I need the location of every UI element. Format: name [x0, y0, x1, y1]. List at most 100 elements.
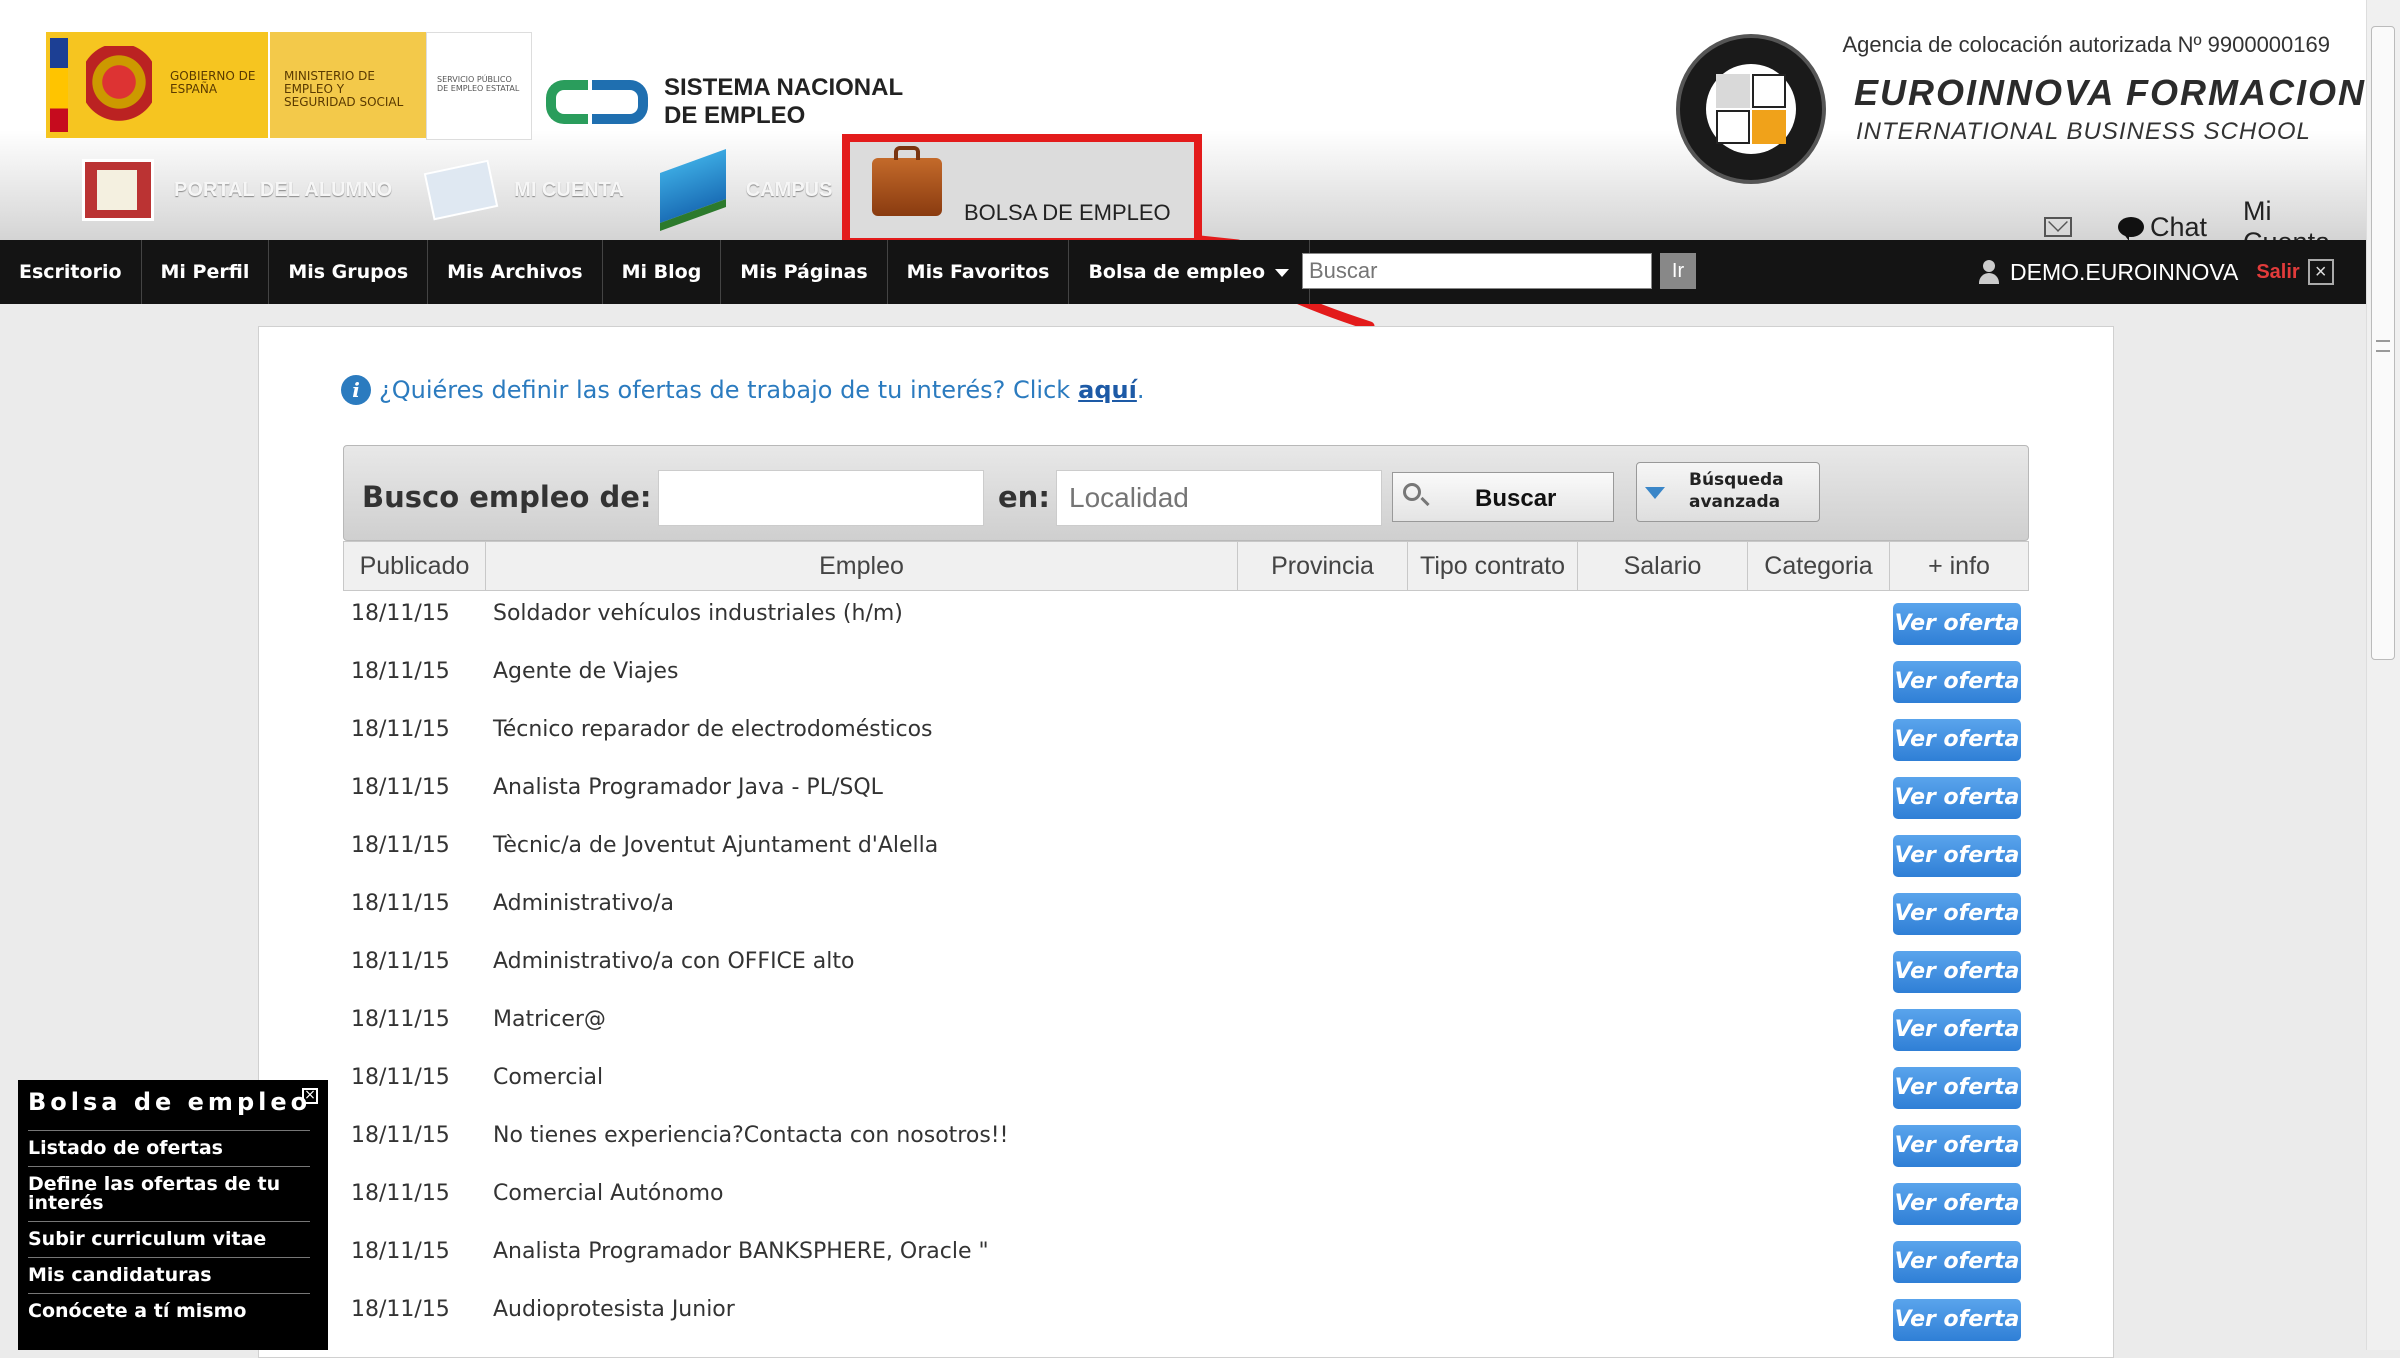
ver-oferta-button[interactable]: Ver oferta — [1893, 661, 2021, 703]
offer-date: 18/11/15 — [351, 659, 450, 684]
offer-title[interactable]: Analista Programador Java - PL/SQL — [493, 775, 883, 800]
table-row: 18/11/15 Soldador vehículos industriales … — [343, 595, 2029, 653]
nav-portal-del-alumno[interactable]: PORTAL DEL ALUMNO — [82, 159, 392, 221]
table-row: 18/11/15 Agente de Viajes Ver oferta — [343, 653, 2029, 711]
col-salario[interactable]: Salario — [1578, 542, 1748, 590]
chat-link[interactable]: Chat — [2117, 212, 2207, 243]
nav-campus[interactable]: CAMPUS — [659, 148, 833, 232]
en-label: en: — [998, 480, 1050, 514]
username[interactable]: DEMO.EUROINNOVA — [2010, 259, 2238, 286]
offer-title[interactable]: Analista Programador BANKSPHERE, Oracle … — [493, 1239, 989, 1264]
nav-mi-cuenta-label: MI CUENTA — [514, 178, 624, 201]
advanced-line2: avanzada — [1689, 492, 1781, 512]
ministerio-logo: MINISTERIO DE EMPLEO Y SEGURIDAD SOCIAL — [268, 32, 426, 138]
gobierno-espana-text: GOBIERNO DE ESPAÑA — [170, 69, 256, 96]
offer-date: 18/11/15 — [351, 891, 450, 916]
nav-campus-label: CAMPUS — [745, 178, 833, 201]
nav-portal-label: PORTAL DEL ALUMNO — [174, 178, 393, 201]
ver-oferta-button[interactable]: Ver oferta — [1893, 1183, 2021, 1225]
offer-title[interactable]: Administrativo/a — [493, 891, 674, 916]
ver-oferta-button[interactable]: Ver oferta — [1893, 1009, 2021, 1051]
search-icon — [1403, 483, 1421, 501]
caret-down-icon — [1275, 268, 1290, 277]
offer-date: 18/11/15 — [351, 949, 450, 974]
page-scrollbar[interactable] — [2366, 0, 2400, 1350]
table-row: 18/11/15 Tècnic/a de Joventut Ajuntament … — [343, 827, 2029, 885]
offer-title[interactable]: No tienes experiencia?Contacta con nosot… — [493, 1123, 1008, 1148]
offer-title[interactable]: Soldador vehículos industriales (h/m) — [493, 601, 903, 626]
eu-flag-icon — [50, 38, 68, 68]
user-icon — [1978, 260, 2000, 284]
buscar-button[interactable]: Buscar — [1392, 472, 1614, 522]
ver-oferta-button[interactable]: Ver oferta — [1893, 603, 2021, 645]
ver-oferta-button[interactable]: Ver oferta — [1893, 1299, 2021, 1341]
advanced-line1: Búsqueda — [1689, 470, 1784, 490]
offer-title[interactable]: Comercial Autónomo — [493, 1181, 724, 1206]
close-icon[interactable]: × — [302, 1088, 318, 1104]
table-row: 18/11/15 Técnico reparador de electrodomé… — [343, 711, 2029, 769]
bolsa-side-menu: Bolsa de empleo × Listado de ofertas Def… — [18, 1080, 328, 1350]
side-item-listado[interactable]: Listado de ofertas — [28, 1130, 310, 1166]
site-header: GOBIERNO DE ESPAÑA MINISTERIO DE EMPLEO … — [0, 0, 2366, 257]
ver-oferta-button[interactable]: Ver oferta — [1893, 719, 2021, 761]
offer-title[interactable]: Agente de Viajes — [493, 659, 678, 684]
offer-title[interactable]: Matricer@ — [493, 1007, 606, 1032]
navbar-mi-blog[interactable]: Mi Blog — [603, 240, 722, 304]
navbar-mis-favoritos[interactable]: Mis Favoritos — [888, 240, 1070, 304]
offer-title[interactable]: Comercial — [493, 1065, 603, 1090]
info-tail: . — [1136, 376, 1145, 404]
navbar-bolsa-de-empleo[interactable]: Bolsa de empleo — [1069, 240, 1311, 304]
navbar-mis-archivos[interactable]: Mis Archivos — [428, 240, 603, 304]
navbar-search-input[interactable] — [1302, 253, 1652, 289]
navbar-mi-perfil[interactable]: Mi Perfil — [142, 240, 270, 304]
side-item-conocete[interactable]: Conócete a tí mismo — [28, 1293, 310, 1329]
brand-name: EUROINNOVA FORMACION — [1854, 72, 2366, 113]
col-categoria[interactable]: Categoria — [1748, 542, 1890, 590]
ver-oferta-button[interactable]: Ver oferta — [1893, 1067, 2021, 1109]
col-tipo-contrato[interactable]: Tipo contrato — [1408, 542, 1578, 590]
col-empleo[interactable]: Empleo — [486, 542, 1238, 590]
ver-oferta-button[interactable]: Ver oferta — [1893, 835, 2021, 877]
table-row: 18/11/15 Administrativo/a Ver oferta — [343, 885, 2029, 943]
side-item-subir-cv[interactable]: Subir curriculum vitae — [28, 1221, 310, 1257]
busco-label: Busco empleo de: — [362, 480, 652, 514]
mail-icon[interactable] — [2044, 217, 2072, 237]
offer-title[interactable]: Administrativo/a con OFFICE alto — [493, 949, 855, 974]
navbar-search-button[interactable]: Ir — [1660, 253, 1696, 289]
col-provincia[interactable]: Provincia — [1238, 542, 1408, 590]
nav-bolsa-de-empleo-highlighted[interactable]: BOLSA DE EMPLEO — [842, 134, 1202, 246]
side-item-define-ofertas[interactable]: Define las ofertas de tu interés — [28, 1166, 310, 1221]
ver-oferta-button[interactable]: Ver oferta — [1893, 893, 2021, 935]
salir-link[interactable]: Salir — [2256, 261, 2299, 284]
gobierno-espana-logo: GOBIERNO DE ESPAÑA — [46, 32, 268, 138]
col-publicado[interactable]: Publicado — [344, 542, 486, 590]
offer-date: 18/11/15 — [351, 717, 450, 742]
localidad-input[interactable] — [1056, 470, 1382, 526]
top-navigation: PORTAL DEL ALUMNO MI CUENTA CAMPUS — [82, 148, 868, 232]
books-icon — [659, 148, 726, 232]
offers-table-header: Publicado Empleo Provincia Tipo contrato… — [343, 541, 2029, 591]
info-icon: i — [341, 375, 371, 405]
sepe-text: SERVICIO PÚBLICO DE EMPLEO ESTATAL — [437, 75, 520, 93]
offer-title[interactable]: Técnico reparador de electrodomésticos — [493, 717, 933, 742]
nav-mi-cuenta[interactable]: MI CUENTA — [423, 159, 624, 221]
sepe-logo: SERVICIO PÚBLICO DE EMPLEO ESTATAL — [426, 32, 532, 140]
busqueda-avanzada-button[interactable]: Búsqueda avanzada — [1636, 462, 1820, 522]
ver-oferta-button[interactable]: Ver oferta — [1893, 1241, 2021, 1283]
buscar-label: Buscar — [1475, 485, 1557, 512]
offer-title[interactable]: Tècnic/a de Joventut Ajuntament d'Alella — [493, 833, 938, 858]
close-icon[interactable]: × — [2307, 259, 2334, 285]
navbar-mis-paginas[interactable]: Mis Páginas — [721, 240, 888, 304]
ver-oferta-button[interactable]: Ver oferta — [1893, 1125, 2021, 1167]
navbar-mis-grupos[interactable]: Mis Grupos — [269, 240, 429, 304]
ver-oferta-button[interactable]: Ver oferta — [1893, 951, 2021, 993]
table-row: 18/11/15 Analista Programador BANKSPHERE,… — [343, 1233, 2029, 1291]
side-item-candidaturas[interactable]: Mis candidaturas — [28, 1257, 310, 1293]
main-navbar: Escritorio Mi Perfil Mis Grupos Mis Arch… — [0, 240, 2366, 304]
offer-title[interactable]: Audioprotesista Junior — [493, 1297, 735, 1322]
ver-oferta-button[interactable]: Ver oferta — [1893, 777, 2021, 819]
job-keyword-input[interactable] — [658, 470, 984, 526]
navbar-escritorio[interactable]: Escritorio — [0, 240, 142, 304]
table-row: 18/11/15 Comercial Ver oferta — [343, 1059, 2029, 1117]
info-link-aqui[interactable]: aquí — [1078, 376, 1137, 404]
